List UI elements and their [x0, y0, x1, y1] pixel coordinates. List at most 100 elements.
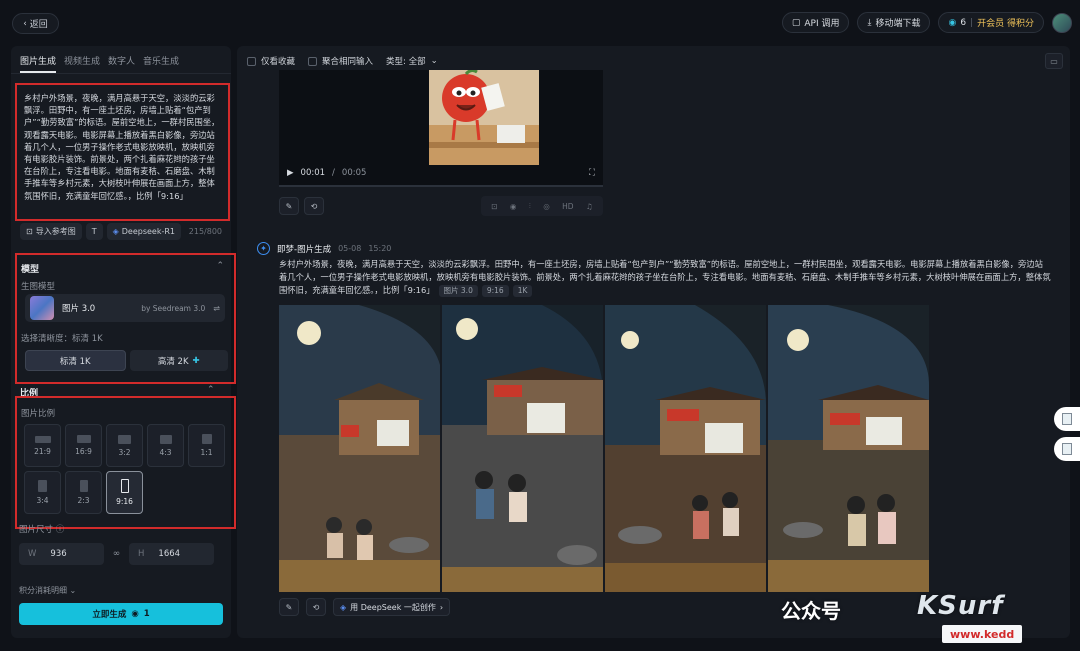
- ratio-1-1[interactable]: 1:1: [188, 424, 225, 467]
- deepseek-label: Deepseek-R1: [121, 227, 176, 236]
- tab-video[interactable]: 视频生成: [64, 54, 100, 73]
- play-icon[interactable]: ▶: [287, 168, 294, 178]
- crop-icon[interactable]: ⊡: [491, 202, 497, 211]
- api-label: API 调用: [804, 19, 840, 29]
- aggregate-filter[interactable]: 聚合相同输入: [308, 55, 373, 67]
- ratio-label-3-2: 3:2: [118, 447, 131, 457]
- prompt-input[interactable]: 乡村户外场景，夜晚，满月高悬于天空，淡淡的云彩飘浮。田野中，有一座土坯房，房墙上…: [15, 83, 230, 221]
- ratio-21-9[interactable]: 21:9: [24, 424, 61, 467]
- model-section: 模型 ⌃ 生图模型 图片 3.0 by Seedream 3.0 ⇌ 选择清晰度…: [15, 253, 236, 384]
- tab-image[interactable]: 图片生成: [20, 54, 57, 73]
- generated-image-3[interactable]: [605, 305, 766, 592]
- link-icon[interactable]: ∞: [110, 549, 123, 559]
- api-icon: ▢: [791, 17, 801, 28]
- height-key: H: [138, 549, 145, 559]
- ratio-label-21-9: 21:9: [34, 446, 51, 456]
- folder-icon[interactable]: ▭: [1045, 53, 1063, 69]
- tag-ratio: 9:16: [481, 285, 509, 297]
- text-icon: T: [91, 227, 97, 236]
- message-time: 15:20: [368, 244, 392, 253]
- ratio-9-16[interactable]: 9:16: [106, 471, 143, 514]
- type-label: 类型: 全部: [386, 57, 426, 67]
- ratio-shape-icon: [38, 480, 47, 492]
- message-text: 乡村户外场景，夜晚，满月高悬于天空，淡淡的云彩飘浮。田野中，有一座土坯房，房墙上…: [279, 258, 1051, 297]
- video-action-bar: ⊡ ◉ ⫶ ◎ HD ♫: [481, 196, 603, 216]
- mobile-download-button[interactable]: ⤓ 移动端下载: [857, 12, 931, 33]
- generated-image-2[interactable]: [442, 305, 603, 592]
- char-count: 215/800: [188, 227, 222, 236]
- width-value: 936: [50, 549, 67, 559]
- ratio-label-1-1: 1:1: [200, 448, 213, 457]
- video-duration: 00:05: [341, 168, 367, 178]
- deepseek-icon: ◈: [112, 227, 119, 236]
- watermark: 公众号 KSurf www.kedd: [757, 585, 1080, 651]
- music-icon[interactable]: ♫: [586, 202, 593, 211]
- ratio-3-2[interactable]: 3:2: [106, 424, 143, 467]
- generated-image-1[interactable]: [279, 305, 440, 592]
- chevron-right-icon: ›: [439, 602, 444, 612]
- edit-icon[interactable]: ✎: [279, 197, 299, 215]
- ratio-16-9[interactable]: 16:9: [65, 424, 102, 467]
- regenerate-icon[interactable]: ⟲: [306, 598, 326, 616]
- points-icon: ◉: [948, 17, 957, 28]
- edit-icon[interactable]: ✎: [279, 598, 299, 616]
- type-filter[interactable]: 类型: 全部 ⌄: [386, 55, 438, 67]
- height-field[interactable]: H 1664: [129, 543, 214, 565]
- generated-image-4[interactable]: [768, 305, 929, 592]
- time-sep: /: [332, 168, 335, 178]
- chevron-down-icon: ⌄: [430, 56, 438, 66]
- import-reference-button[interactable]: ⊡ 导入参考图: [20, 223, 82, 240]
- model-selector[interactable]: 图片 3.0 by Seedream 3.0 ⇌: [25, 294, 225, 322]
- effect-icon[interactable]: ◎: [543, 202, 550, 211]
- deepseek-create-button[interactable]: ◈ 用 DeepSeek 一起创作 ›: [333, 598, 451, 616]
- tab-music[interactable]: 音乐生成: [143, 54, 179, 73]
- aggregate-label: 聚合相同输入: [322, 57, 374, 67]
- credits-details[interactable]: 积分消耗明细 ⌄: [19, 585, 76, 596]
- width-field[interactable]: W 936: [19, 543, 104, 565]
- checkbox[interactable]: [308, 56, 318, 66]
- ratio-shape-icon: [159, 434, 172, 444]
- deepseek-button[interactable]: ◈ Deepseek-R1: [106, 223, 182, 240]
- ratio-3-4[interactable]: 3:4: [24, 471, 61, 514]
- image-grid: [279, 305, 929, 592]
- favorites-filter[interactable]: 仅看收藏: [247, 55, 295, 67]
- video-tools: ✎ ⟲: [279, 197, 324, 215]
- download-icon: ⤓: [867, 17, 872, 28]
- res-hd-button[interactable]: 高清 2K ✚: [129, 350, 228, 371]
- generate-label: 立即生成: [92, 610, 127, 620]
- float-button-2[interactable]: [1054, 437, 1080, 461]
- float-button-1[interactable]: [1054, 407, 1080, 431]
- watermark-brand: KSurf: [917, 591, 1004, 621]
- ratio-shape-icon: [76, 435, 91, 443]
- checkbox[interactable]: [247, 56, 256, 66]
- chevron-up-icon[interactable]: ⌃: [216, 261, 224, 271]
- settings-icon: ⇌: [213, 303, 220, 313]
- res-standard-button[interactable]: 标清 1K: [25, 350, 126, 371]
- video-player[interactable]: ▶ 00:01 / 00:05 ⛶: [279, 70, 603, 185]
- api-button[interactable]: ▢ API 调用: [781, 12, 850, 33]
- tab-digital-human[interactable]: 数字人: [108, 54, 135, 73]
- fullscreen-icon[interactable]: ⛶: [589, 168, 595, 178]
- credits-label: 积分消耗明细: [19, 586, 67, 595]
- resolution-label: 选择清晰度：标清 1K: [21, 334, 103, 344]
- video-controls: ▶ 00:01 / 00:05 ⛶: [279, 161, 603, 185]
- message-date: 05-08: [338, 244, 362, 253]
- avatar[interactable]: [1052, 12, 1072, 33]
- eye-icon[interactable]: ◉: [510, 202, 517, 211]
- top-bar: ‹ 返回 ▢ API 调用 ⤓ 移动端下载 ◉ 6 | 开会员 得积分: [0, 0, 1080, 46]
- regenerate-icon[interactable]: ⟲: [304, 197, 324, 215]
- ratio-shape-icon: [34, 435, 51, 443]
- audio-icon[interactable]: ⫶: [529, 201, 531, 211]
- res-hd-label: 高清 2K: [157, 356, 189, 367]
- generate-button[interactable]: 立即生成 ◉ 1: [19, 603, 223, 625]
- hd-button[interactable]: HD: [562, 202, 573, 211]
- size-label-text: 图片尺寸: [19, 525, 54, 535]
- video-progress[interactable]: [279, 185, 603, 187]
- chevron-up-icon-2[interactable]: ⌃: [207, 385, 215, 395]
- text-format-button[interactable]: T: [85, 223, 103, 240]
- ratio-shape-icon: [120, 479, 129, 493]
- points-vip-button[interactable]: ◉ 6 | 开会员 得积分: [938, 12, 1044, 33]
- ratio-2-3[interactable]: 2:3: [65, 471, 102, 514]
- back-button[interactable]: ‹ 返回: [12, 13, 59, 34]
- ratio-4-3[interactable]: 4:3: [147, 424, 184, 467]
